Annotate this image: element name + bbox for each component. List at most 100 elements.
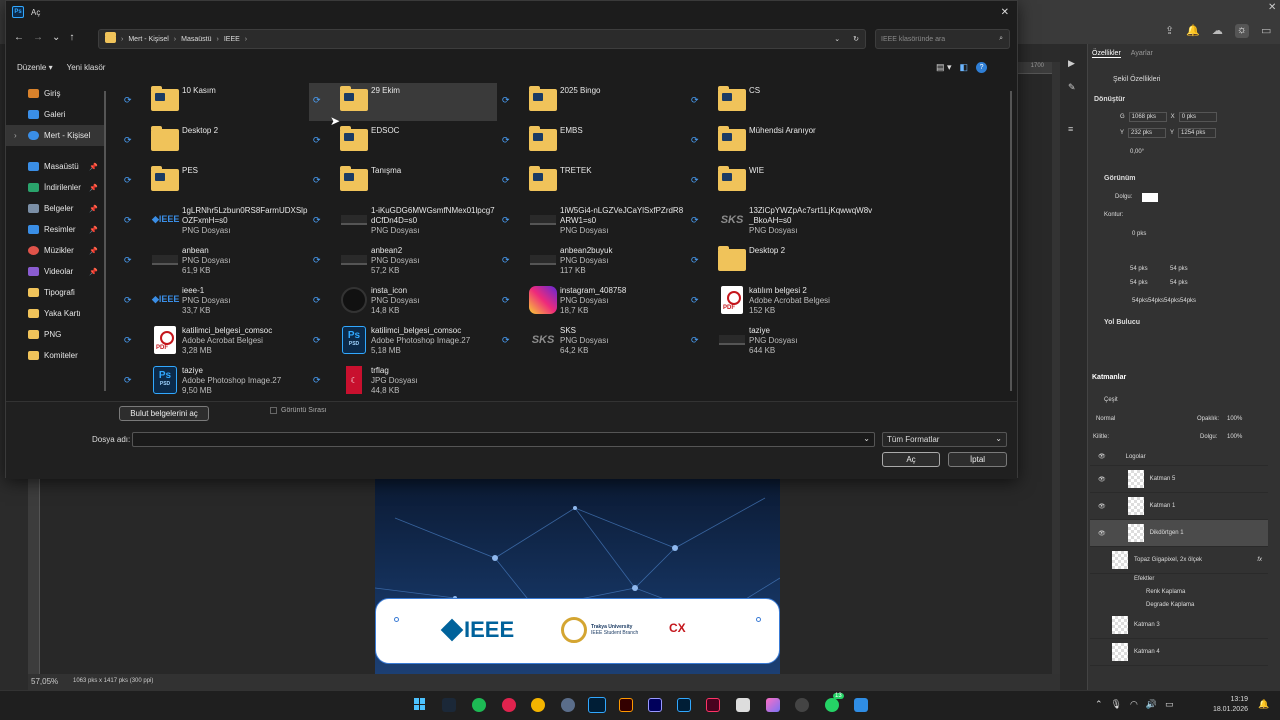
file-scrollbar[interactable] (1010, 91, 1012, 391)
file-type-select[interactable]: Tüm Formatlar ⌄ (882, 432, 1007, 447)
chevron-down-icon[interactable]: ⌄ (863, 434, 870, 443)
nav-downloads[interactable]: İndirilenler 📌 (6, 177, 106, 198)
filename-input[interactable]: ⌄ (132, 432, 875, 447)
open-button[interactable]: Aç (882, 452, 940, 467)
layer-row[interactable]: 👁 Katman 1 (1090, 493, 1268, 520)
effect-color-overlay[interactable]: Renk Kaplama (1146, 589, 1185, 595)
nav-folder[interactable]: Yaka Kartı (6, 303, 106, 324)
fill-swatch[interactable] (1142, 193, 1158, 202)
nav-desktop[interactable]: Masaüstü 📌 (6, 156, 106, 177)
file-item[interactable]: ⟳ Ps PSD katilimci_belgesi_comsoc Adobe Phot… (309, 323, 497, 361)
effect-gradient-overlay[interactable]: Degrade Kaplama (1146, 602, 1194, 608)
layers-header[interactable]: Katmanlar (1092, 374, 1126, 381)
chevron-down-icon[interactable]: ⌄ (995, 434, 1002, 443)
chevron-down-icon[interactable]: ⌄ (52, 32, 60, 46)
adjust-icon[interactable]: ≡ (1068, 124, 1073, 134)
file-item[interactable]: ⟳ taziye PNG Dosyası 644 KB (687, 323, 875, 361)
forward-icon[interactable]: → (33, 32, 43, 46)
nav-folder[interactable]: Tipografi (6, 282, 106, 303)
preview-pane-icon[interactable]: ◧ (960, 62, 969, 73)
file-item[interactable]: ⟳ SKS 13ZiCpYWZpAc7srt1LjKqwwqW8v_BkoAH=s0… (687, 203, 875, 241)
gallery-app-icon[interactable] (766, 698, 780, 712)
new-folder-button[interactable]: Yeni klasör (67, 63, 106, 72)
illustrator-icon[interactable] (619, 698, 633, 712)
file-item[interactable]: ⟳ EDSOC (309, 123, 497, 161)
cancel-button[interactable]: İptal (948, 452, 1007, 467)
music-player-icon[interactable] (502, 698, 516, 712)
layer-filter-kind[interactable]: Çeşit (1104, 397, 1118, 403)
layer-group[interactable]: 👁 Logolar (1090, 448, 1268, 466)
checkbox[interactable] (270, 407, 277, 414)
nav-documents[interactable]: Belgeler 📌 (6, 198, 106, 219)
back-icon[interactable]: ← (14, 32, 24, 46)
battery-icon[interactable]: ▭ (1165, 699, 1174, 710)
lightroom-icon[interactable] (677, 698, 691, 712)
eye-icon[interactable]: 👁 (1098, 530, 1106, 537)
preview-toggle[interactable]: Görüntü Sırası (270, 407, 327, 414)
blend-mode-select[interactable]: Normal (1096, 416, 1115, 422)
file-item[interactable]: ⟳ ◆IEEE 1gLRNhr5Lzbun0RS8FarmUDXSlpOZFxmH=… (120, 203, 308, 241)
volume-icon[interactable]: 🔊 (1146, 699, 1157, 710)
y-field[interactable]: 1254 pks (1178, 128, 1217, 138)
file-item[interactable]: ⟳ Desktop 2 (120, 123, 308, 161)
file-item[interactable]: ⟳ EMBS (498, 123, 686, 161)
nav-music[interactable]: Müzikler 📌 (6, 240, 106, 261)
tab-properties[interactable]: Özellikler (1092, 50, 1121, 58)
refresh-icon[interactable]: ↻ (853, 35, 859, 43)
cloud-icon[interactable]: ☁ (1212, 24, 1223, 38)
canvas-scrollbar[interactable] (1052, 62, 1060, 674)
file-item[interactable]: ⟳ 10 Kasım (120, 83, 308, 121)
chevron-up-icon[interactable]: ⌃ (1095, 699, 1103, 710)
nav-home[interactable]: Giriş (6, 83, 106, 104)
corner-radius-tl[interactable]: 54 pks (1130, 266, 1170, 272)
edit-app-icon[interactable] (854, 698, 868, 712)
file-item[interactable]: ⟳ insta_icon PNG Dosyası 14,8 KB (309, 283, 497, 321)
app-icon[interactable] (561, 698, 575, 712)
file-item[interactable]: ⟳ Desktop 2 (687, 243, 875, 281)
nav-scrollbar[interactable] (104, 91, 106, 391)
file-item[interactable]: ⟳ WIE (687, 163, 875, 201)
search-icon[interactable]: ⌕ (999, 35, 1003, 43)
ps-close-icon[interactable]: ✕ (1268, 2, 1276, 13)
start-icon[interactable] (414, 698, 426, 710)
breadcrumb-item[interactable]: Masaüstü (181, 36, 211, 43)
file-item[interactable]: ⟳ katılım belgesi 2Adobe Acrobat Belgesi1… (687, 283, 875, 321)
logo-banner[interactable]: IEEE Trakya University IEEE Student Bran… (375, 598, 780, 664)
x-field[interactable]: 0 pks (1178, 112, 1217, 122)
stroke-width-field[interactable]: 0 pks (1132, 231, 1146, 237)
open-cloud-docs-button[interactable]: Bulut belgelerini aç (119, 406, 209, 421)
pathfinder-header[interactable]: Yol Bulucu (1104, 319, 1140, 326)
corner-radius-tr[interactable]: 54 pks (1170, 266, 1210, 272)
height-field[interactable]: 232 pks (1128, 128, 1167, 138)
effects-label[interactable]: Efektler (1134, 576, 1154, 582)
steam-icon[interactable] (442, 698, 456, 712)
help-icon[interactable]: ? (976, 62, 988, 73)
nav-folder[interactable]: Komiteler (6, 345, 106, 366)
eye-icon[interactable]: 👁 (1098, 503, 1106, 510)
chevron-right-icon[interactable]: › (14, 131, 17, 140)
organize-menu[interactable]: Düzenle ▾ (17, 63, 53, 72)
layer-row[interactable]: Katman 4 (1090, 639, 1268, 666)
file-item[interactable]: ⟳ anbean2 PNG Dosyası 57,2 KB (309, 243, 497, 281)
corner-radius-bl[interactable]: 54 pks (1130, 280, 1170, 286)
corner-radius-br[interactable]: 54 pks (1170, 280, 1210, 286)
file-item[interactable]: ⟳ 2025 Bingo (498, 83, 686, 121)
nav-gallery[interactable]: Galeri (6, 104, 106, 125)
discover-icon[interactable]: ☼ (1234, 24, 1250, 38)
close-icon[interactable]: ✕ (1001, 7, 1009, 18)
settings-icon[interactable] (795, 698, 809, 712)
nav-pictures[interactable]: Resimler 📌 (6, 219, 106, 240)
file-item[interactable]: ⟳ 1-iKuGDG6MWGsmfNMex01lpcg7dCfDn4D=s0 PNG… (309, 203, 497, 241)
file-item[interactable]: ⟳ 1iW5Gi4-nLGZVeJCaYlSxfPZrdR8ARW1=s0 PNG … (498, 203, 686, 241)
workspace-icon[interactable]: ▭ (1261, 24, 1271, 38)
after-effects-icon[interactable] (648, 698, 662, 712)
up-icon[interactable]: ↑ (69, 32, 74, 46)
transform-header[interactable]: Dönüştür (1094, 96, 1125, 103)
chevron-down-icon[interactable]: ⌄ (834, 35, 840, 43)
clock[interactable]: 13:19 18.01.2026 (1212, 695, 1248, 715)
mic-icon[interactable]: 🎙 (1111, 699, 1122, 710)
eye-icon[interactable]: 👁 (1098, 453, 1106, 460)
layer-row[interactable]: 👁 Katman 5 (1090, 466, 1268, 493)
address-bar[interactable]: › Mert - Kişisel › Masaüstü › IEEE › ⌄ ↻ (98, 29, 866, 49)
bell-icon[interactable]: 🔔 (1186, 24, 1200, 38)
